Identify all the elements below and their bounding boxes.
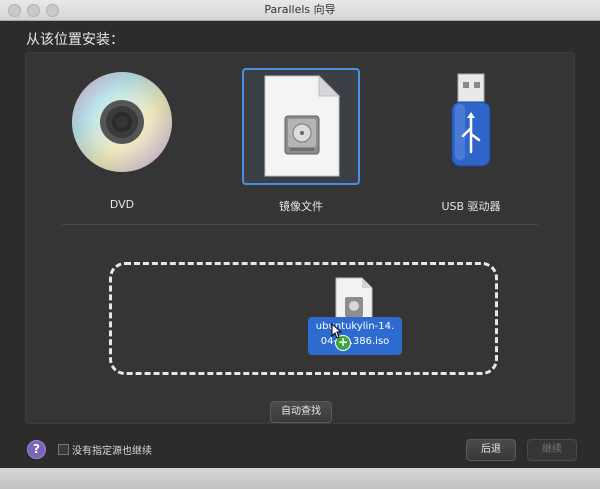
help-button[interactable]: ?	[27, 440, 46, 459]
dvd-disc-icon	[72, 72, 172, 172]
option-dvd[interactable]: DVD	[64, 68, 180, 218]
source-panel: DVD 镜像文件 USB 驱动器 ubuntukylin-14. 04-d...…	[25, 52, 575, 424]
window-controls	[8, 4, 59, 17]
mouse-cursor-icon	[331, 323, 343, 339]
auto-find-button[interactable]: 自动查找	[270, 401, 332, 423]
bottom-bar: ? 没有指定源也继续 后退 继续	[0, 425, 600, 469]
option-label: 镜像文件	[279, 200, 323, 213]
window-footer	[0, 468, 600, 489]
option-usb-drive[interactable]: USB 驱动器	[413, 68, 529, 218]
continue-button[interactable]: 继续	[527, 439, 577, 461]
window-title: Parallels 向导	[264, 3, 336, 16]
usb-drive-icon	[451, 73, 491, 167]
file-name-line-1: ubuntukylin-14.	[315, 321, 395, 332]
continue-without-source-checkbox[interactable]	[58, 444, 69, 455]
divider	[62, 224, 538, 225]
back-button[interactable]: 后退	[466, 439, 516, 461]
image-file-icon	[264, 74, 341, 177]
file-drop-zone[interactable]	[109, 262, 498, 375]
dragged-file-name: ubuntukylin-14. 04-d...386.iso	[308, 317, 402, 355]
page-heading: 从该位置安装：	[26, 32, 124, 48]
checkbox-label: 没有指定源也继续	[72, 446, 152, 457]
wizard-window: 从该位置安装： DVD 镜像文件 USB 驱动器 ubuntukylin-14.…	[0, 21, 600, 489]
option-label: USB 驱动器	[441, 200, 501, 213]
minimize-window-button[interactable]	[27, 4, 40, 17]
title-bar: Parallels 向导	[0, 0, 600, 21]
zoom-window-button[interactable]	[46, 4, 59, 17]
option-image-file[interactable]: 镜像文件	[242, 68, 360, 218]
option-label: DVD	[109, 198, 135, 211]
close-window-button[interactable]	[8, 4, 21, 17]
file-name-line-2: 04-d...386.iso	[320, 336, 390, 347]
